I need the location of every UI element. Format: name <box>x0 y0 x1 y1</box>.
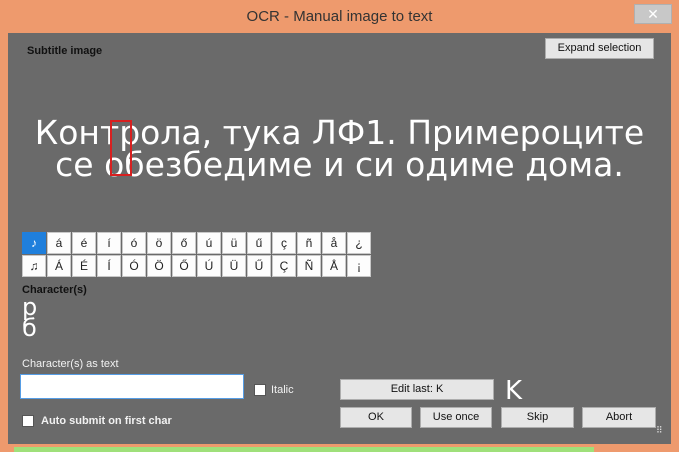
dialog-client-area: Subtitle image Expand selection Контрола… <box>8 33 671 444</box>
special-char-button[interactable]: Ú <box>197 255 221 277</box>
abort-button[interactable]: Abort <box>582 407 656 428</box>
close-button[interactable]: ✕ <box>634 4 672 24</box>
window-title: OCR - Manual image to text <box>246 8 433 25</box>
characters-text-input[interactable] <box>20 374 244 399</box>
special-char-button[interactable]: Ç <box>272 255 296 277</box>
special-char-button[interactable]: ñ <box>297 232 321 254</box>
special-char-button[interactable]: Í <box>97 255 121 277</box>
subtitle-image: Контрола, тука ЛФ1. Примероците се обезб… <box>8 103 671 193</box>
italic-checkbox[interactable] <box>254 384 266 396</box>
special-char-button[interactable]: ♫ <box>22 255 46 277</box>
close-icon: ✕ <box>647 6 659 22</box>
subtitle-line-2: се обезбедиме и си одиме дома. <box>55 145 624 184</box>
italic-label: Italic <box>271 384 294 396</box>
special-char-button[interactable]: ó <box>122 232 146 254</box>
ok-button[interactable]: OK <box>340 407 412 428</box>
special-char-button[interactable]: ű <box>247 232 271 254</box>
expand-selection-button[interactable]: Expand selection <box>545 38 654 59</box>
special-char-button[interactable]: ö <box>147 232 171 254</box>
last-character-preview: K <box>505 376 523 406</box>
skip-button[interactable]: Skip <box>501 407 574 428</box>
current-character-highlight <box>110 120 132 176</box>
special-char-button[interactable]: ¿ <box>347 232 371 254</box>
use-once-button[interactable]: Use once <box>420 407 492 428</box>
special-char-button[interactable]: Á <box>47 255 71 277</box>
character-preview-2: б <box>22 314 37 342</box>
background-app-strip <box>14 447 594 452</box>
ocr-dialog-window: OCR - Manual image to text ✕ Subtitle im… <box>0 0 679 452</box>
special-char-button[interactable]: Ñ <box>297 255 321 277</box>
special-char-button[interactable]: Ö <box>147 255 171 277</box>
special-char-button[interactable]: É <box>72 255 96 277</box>
auto-submit-checkbox[interactable] <box>22 415 34 427</box>
special-char-button[interactable]: å <box>322 232 346 254</box>
special-char-button[interactable]: ő <box>172 232 196 254</box>
special-char-button[interactable]: í <box>97 232 121 254</box>
special-char-button[interactable]: Ű <box>247 255 271 277</box>
special-char-button[interactable]: ♪ <box>22 232 46 254</box>
subtitle-image-label: Subtitle image <box>27 45 103 57</box>
special-char-button[interactable]: ¡ <box>347 255 371 277</box>
special-char-button[interactable]: Å <box>322 255 346 277</box>
special-char-button[interactable]: ü <box>222 232 246 254</box>
resize-grip-icon[interactable]: ⠿ <box>656 426 668 440</box>
special-char-button[interactable]: ç <box>272 232 296 254</box>
title-bar[interactable]: OCR - Manual image to text ✕ <box>0 0 679 33</box>
special-char-button[interactable]: é <box>72 232 96 254</box>
special-char-button[interactable]: Ő <box>172 255 196 277</box>
special-char-button[interactable]: Ü <box>222 255 246 277</box>
special-char-button[interactable]: Ó <box>122 255 146 277</box>
special-char-button[interactable]: ú <box>197 232 221 254</box>
characters-as-text-label: Character(s) as text <box>22 358 119 370</box>
special-char-button[interactable]: á <box>47 232 71 254</box>
auto-submit-label: Auto submit on first char <box>41 415 172 427</box>
edit-last-button[interactable]: Edit last: K <box>340 379 494 400</box>
